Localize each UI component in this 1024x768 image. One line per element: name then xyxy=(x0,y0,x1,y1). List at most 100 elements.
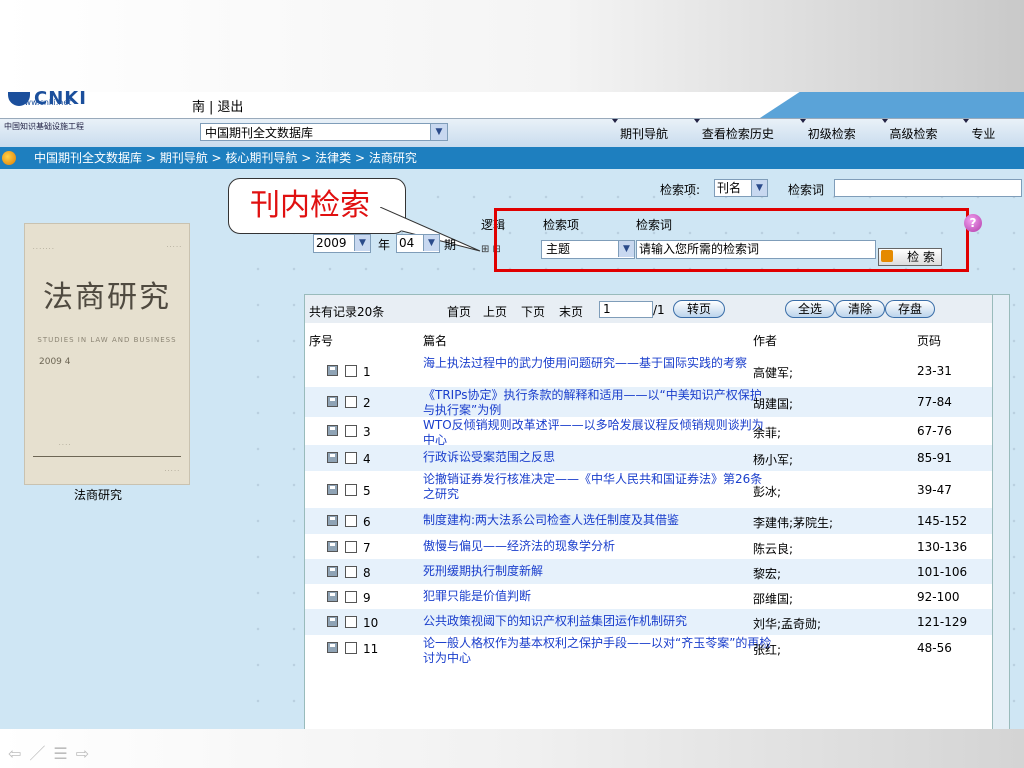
save-disk-icon[interactable] xyxy=(327,541,338,552)
issue-select[interactable]: 04 ▼ xyxy=(396,234,440,253)
save-disk-icon[interactable] xyxy=(327,591,338,602)
first-page-link[interactable]: 首页 xyxy=(447,303,471,320)
row-checkbox[interactable] xyxy=(345,515,357,527)
row-number: 2 xyxy=(363,396,371,410)
top-link-guide[interactable]: 南 xyxy=(192,100,205,115)
clear-button[interactable]: 清除 xyxy=(835,300,885,318)
row-checkbox[interactable] xyxy=(345,365,357,377)
logout-link[interactable]: 退出 xyxy=(217,100,243,115)
nav-search-history[interactable]: 查看检索历史 xyxy=(693,119,774,142)
row-checkbox[interactable] xyxy=(345,396,357,408)
cover-title: 法商研究 xyxy=(43,280,171,315)
pen-icon[interactable]: ／ xyxy=(29,744,53,763)
last-page-link[interactable]: 末页 xyxy=(559,303,583,320)
row-author[interactable]: 黎宏; xyxy=(753,565,781,582)
breadcrumb-item[interactable]: 法律类 xyxy=(315,151,351,165)
database-select[interactable]: 中国期刊全文数据库 ▼ xyxy=(200,123,448,141)
row-checkbox[interactable] xyxy=(345,566,357,578)
row-pages: 85-91 xyxy=(917,451,952,465)
row-pages: 67-76 xyxy=(917,424,952,438)
highlight-frame xyxy=(494,208,969,272)
save-disk-icon[interactable] xyxy=(327,515,338,526)
article-title-link[interactable]: 行政诉讼受案范围之反思 xyxy=(423,450,773,465)
row-pages: 121-129 xyxy=(917,615,968,629)
row-checkbox[interactable] xyxy=(345,616,357,628)
row-checkbox[interactable] xyxy=(345,541,357,553)
menu-icon[interactable]: ☰ xyxy=(53,744,75,763)
article-title-link[interactable]: 论撤销证券发行核准决定——《中华人民共和国证券法》第26条之研究 xyxy=(423,472,773,502)
row-pages: 23-31 xyxy=(917,364,952,378)
article-title-link[interactable]: 傲慢与偏见——经济法的现象学分析 xyxy=(423,539,773,554)
breadcrumb-item[interactable]: 中国期刊全文数据库 xyxy=(34,151,142,165)
row-checkbox[interactable] xyxy=(345,484,357,496)
save-button[interactable]: 存盘 xyxy=(885,300,935,318)
save-disk-icon[interactable] xyxy=(327,616,338,627)
row-author[interactable]: 余菲; xyxy=(753,424,781,441)
breadcrumb-bar: 中国期刊全文数据库 > 期刊导航 > 核心期刊导航 > 法律类 > 法商研究 xyxy=(0,147,1024,169)
top-keyword-label: 检索词 xyxy=(788,183,825,197)
nav-advanced-search[interactable]: 高级检索 xyxy=(881,119,938,142)
goto-page-button[interactable]: 转页 xyxy=(673,300,725,318)
row-author[interactable]: 张红; xyxy=(753,641,781,658)
article-title-link[interactable]: WTO反倾销规则改革述评——以多哈发展议程反倾销规则谈判为中心 xyxy=(423,418,773,448)
chevron-down-icon: ▼ xyxy=(423,235,439,251)
row-checkbox[interactable] xyxy=(345,452,357,464)
article-title-link[interactable]: 公共政策视阈下的知识产权利益集团运作机制研究 xyxy=(423,614,773,629)
slide-background-top xyxy=(0,0,1024,92)
article-title-link[interactable]: 论一般人格权作为基本权利之保护手段——以对“齐玉苓案”的再检讨为中心 xyxy=(423,636,773,666)
nav-professional-search[interactable]: 专业 xyxy=(963,119,995,142)
row-author[interactable]: 陈云良; xyxy=(753,540,793,557)
next-slide-icon[interactable]: ⇨ xyxy=(76,744,97,763)
next-page-link[interactable]: 下页 xyxy=(521,303,545,320)
save-disk-icon[interactable] xyxy=(327,642,338,653)
row-author[interactable]: 胡建国; xyxy=(753,395,793,412)
database-select-value: 中国期刊全文数据库 xyxy=(205,126,314,140)
row-checkbox[interactable] xyxy=(345,591,357,603)
breadcrumb-item[interactable]: 法商研究 xyxy=(369,151,417,165)
chevron-down-icon: ▼ xyxy=(751,180,767,196)
nav-journal-guide[interactable]: 期刊导航 xyxy=(611,119,668,142)
row-number: 7 xyxy=(363,541,371,555)
save-disk-icon[interactable] xyxy=(327,425,338,436)
save-disk-icon[interactable] xyxy=(327,452,338,463)
top-field-select[interactable]: 刊名 ▼ xyxy=(714,179,768,197)
prev-page-link[interactable]: 上页 xyxy=(483,303,507,320)
scrollbar[interactable] xyxy=(992,294,1010,731)
row-checkbox[interactable] xyxy=(345,642,357,654)
help-icon[interactable]: ? xyxy=(964,214,982,232)
nav-basic-search[interactable]: 初级检索 xyxy=(799,119,856,142)
breadcrumb-item[interactable]: 核心期刊导航 xyxy=(225,151,297,165)
table-row: 1 海上执法过程中的武力使用问题研究——基于国际实践的考察 高健军; 23-31 xyxy=(305,355,993,387)
row-author[interactable]: 李建伟;茅院生; xyxy=(753,514,833,531)
cover-detail: · · · · xyxy=(59,442,71,448)
row-author[interactable]: 杨小军; xyxy=(753,451,793,468)
save-disk-icon[interactable] xyxy=(327,396,338,407)
row-author[interactable]: 刘华;孟奇勋; xyxy=(753,615,821,632)
table-row: 7 傲慢与偏见——经济法的现象学分析 陈云良; 130-136 xyxy=(305,534,993,559)
breadcrumb-item[interactable]: 期刊导航 xyxy=(160,151,208,165)
separator: | xyxy=(209,100,214,115)
cover-detail: · · · · · · · xyxy=(33,246,54,252)
cover-year: 2009 4 xyxy=(39,357,71,367)
article-title-link[interactable]: 海上执法过程中的武力使用问题研究——基于国际实践的考察 xyxy=(423,356,773,371)
article-title-link[interactable]: 制度建构:两大法系公司检查人选任制度及其借鉴 xyxy=(423,513,773,528)
row-pages: 48-56 xyxy=(917,641,952,655)
article-title-link[interactable]: 死刑缓期执行制度新解 xyxy=(423,564,773,579)
row-checkbox[interactable] xyxy=(345,425,357,437)
article-title-link[interactable]: 犯罪只能是价值判断 xyxy=(423,589,773,604)
row-number: 10 xyxy=(363,616,379,630)
prev-slide-icon[interactable]: ⇦ xyxy=(8,744,29,763)
year-select[interactable]: 2009 ▼ xyxy=(313,234,371,253)
row-author[interactable]: 邵维国; xyxy=(753,590,793,607)
save-disk-icon[interactable] xyxy=(327,484,338,495)
journal-cover[interactable]: · · · · · · · · · · · · 法商研究 STUDIES IN … xyxy=(24,223,190,485)
save-disk-icon[interactable] xyxy=(327,365,338,376)
page-number-input[interactable]: 1 xyxy=(599,301,653,318)
row-author[interactable]: 彭冰; xyxy=(753,483,781,500)
row-author[interactable]: 高健军; xyxy=(753,364,793,381)
top-keyword-input[interactable] xyxy=(834,179,1022,197)
article-title-link[interactable]: 《TRIPs协定》执行条款的解释和适用——以“中美知识产权保护与执行案”为例 xyxy=(423,388,773,418)
cnki-logo[interactable]: CNKI www.cnki.net xyxy=(4,88,124,118)
select-all-button[interactable]: 全选 xyxy=(785,300,835,318)
save-disk-icon[interactable] xyxy=(327,566,338,577)
